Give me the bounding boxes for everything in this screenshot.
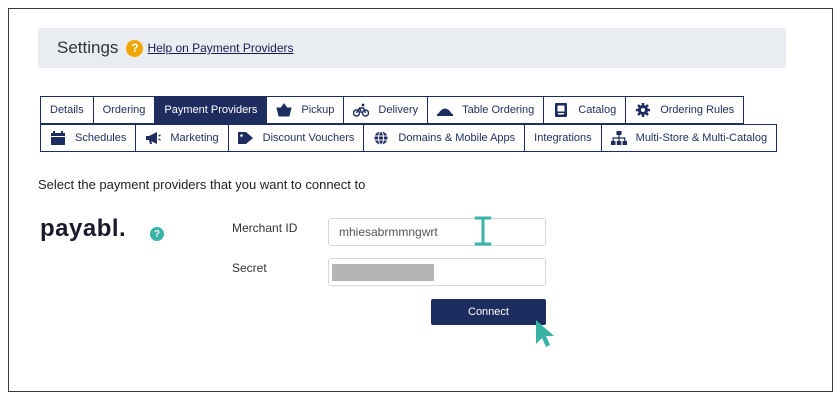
tab-payment-providers[interactable]: Payment Providers [154, 96, 268, 124]
secret-input[interactable] [328, 258, 546, 286]
tab-ordering-rules[interactable]: Ordering Rules [625, 96, 745, 124]
tab-label: Details [50, 104, 84, 116]
page-title: Settings [57, 38, 119, 57]
tab-domains-mobile-apps[interactable]: Domains & Mobile Apps [363, 124, 526, 152]
tab-details[interactable]: Details [40, 96, 94, 124]
globe-icon [373, 131, 389, 145]
settings-header: Settings ? Help on Payment Providers [38, 28, 786, 68]
tab-label: Discount Vouchers [262, 132, 355, 144]
tab-integrations[interactable]: Integrations [524, 124, 602, 152]
tab-schedules[interactable]: Schedules [40, 124, 137, 152]
tab-label: Catalog [578, 104, 617, 116]
tab-label: Delivery [378, 104, 419, 116]
tab-ordering[interactable]: Ordering [92, 96, 156, 124]
tab-label: Pickup [301, 104, 335, 116]
tab-label: Multi-Store & Multi-Catalog [635, 132, 768, 144]
cloche-icon [437, 103, 454, 117]
help-circle-icon[interactable]: ? [126, 39, 144, 57]
catalog-icon [553, 103, 569, 117]
gear-icon [635, 103, 651, 117]
tab-label: Table Ordering [462, 104, 535, 116]
megaphone-icon [145, 131, 162, 145]
tab-label: Ordering [102, 104, 146, 116]
tabs-row-1: Details Ordering Payment Providers Picku… [40, 96, 745, 124]
bicycle-icon [353, 103, 370, 117]
payabl-logo: payabl. [40, 215, 127, 242]
basket-icon [276, 103, 292, 117]
tab-catalog[interactable]: Catalog [543, 96, 627, 124]
tab-label: Ordering Rules [660, 104, 735, 116]
secret-redaction [332, 264, 434, 281]
tab-pickup[interactable]: Pickup [266, 96, 345, 124]
tab-multi-store[interactable]: Multi-Store & Multi-Catalog [600, 124, 778, 152]
help-circle-icon[interactable]: ? [150, 227, 164, 241]
mouse-pointer-icon [533, 318, 557, 355]
tab-label: Domains & Mobile Apps [398, 132, 516, 144]
tabs-row-2: Schedules Marketing Discount Vouchers Do… [40, 124, 778, 152]
calendar-icon [50, 131, 66, 145]
tab-label: Marketing [170, 132, 219, 144]
tab-table-ordering[interactable]: Table Ordering [427, 96, 545, 124]
tab-label: Payment Providers [164, 104, 258, 116]
merchant-id-input[interactable]: mhiesabrmmngwrt [328, 218, 546, 246]
help-payment-providers-link[interactable]: Help on Payment Providers [147, 41, 293, 55]
tag-icon [237, 131, 254, 145]
merchant-id-label: Merchant ID [232, 221, 298, 235]
connect-button[interactable]: Connect [431, 299, 546, 325]
secret-label: Secret [232, 261, 267, 275]
tab-discount-vouchers[interactable]: Discount Vouchers [227, 124, 365, 152]
sitemap-icon [610, 131, 627, 145]
tab-label: Schedules [75, 132, 127, 144]
section-heading: Select the payment providers that you wa… [38, 177, 366, 192]
tab-label: Integrations [534, 132, 592, 144]
tab-delivery[interactable]: Delivery [343, 96, 429, 124]
tab-marketing[interactable]: Marketing [135, 124, 229, 152]
text-cursor-icon [474, 216, 492, 251]
